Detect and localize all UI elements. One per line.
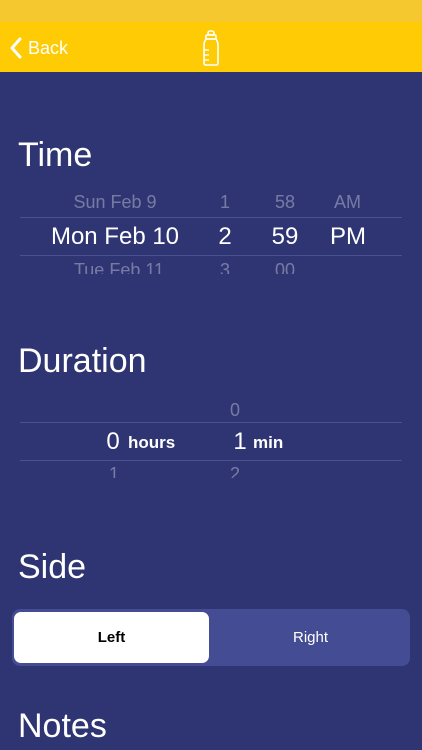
side-title: Side: [18, 548, 87, 586]
chevron-left-icon: [10, 37, 22, 59]
notes-title: Notes: [18, 707, 107, 745]
status-bar: [0, 0, 422, 22]
hour-selected[interactable]: 2: [205, 223, 245, 251]
date-below[interactable]: Tue Feb 11: [60, 260, 178, 274]
hours-below[interactable]: 1: [104, 464, 124, 478]
hours-selected[interactable]: 0: [100, 428, 126, 456]
minutes-selected[interactable]: 1: [228, 428, 252, 456]
picker-separator: [20, 422, 402, 423]
duration-picker[interactable]: 0 0 hours 1 min 1 2: [0, 398, 422, 480]
side-right-option[interactable]: Right: [213, 612, 408, 663]
time-title: Time: [18, 136, 93, 174]
hours-unit-label: hours: [128, 433, 176, 452]
period-selected[interactable]: PM: [322, 223, 374, 251]
minute-below[interactable]: 00: [265, 260, 305, 274]
period-above[interactable]: AM: [325, 192, 370, 208]
picker-separator: [20, 217, 402, 218]
date-selected[interactable]: Mon Feb 10: [40, 223, 190, 251]
minutes-above[interactable]: 0: [225, 400, 245, 416]
baby-bottle-icon: [203, 30, 219, 66]
minutes-unit-label: min: [253, 433, 284, 452]
picker-separator: [20, 460, 402, 461]
back-label: Back: [28, 37, 69, 58]
hour-below[interactable]: 3: [210, 260, 240, 274]
side-segmented-control[interactable]: Left Right: [12, 609, 410, 666]
minute-above[interactable]: 58: [265, 192, 305, 208]
picker-separator: [20, 255, 402, 256]
navigation-bar: Back: [0, 22, 422, 72]
back-button[interactable]: Back: [8, 34, 68, 62]
minutes-below[interactable]: 2: [225, 464, 245, 478]
side-left-option[interactable]: Left: [14, 612, 209, 663]
duration-title: Duration: [18, 342, 147, 380]
time-picker[interactable]: Sun Feb 9 1 58 AM Mon Feb 10 2 59 PM Tue…: [0, 190, 422, 275]
hour-above[interactable]: 1: [210, 192, 240, 208]
date-above[interactable]: Sun Feb 9: [60, 192, 170, 208]
minute-selected[interactable]: 59: [262, 223, 308, 251]
